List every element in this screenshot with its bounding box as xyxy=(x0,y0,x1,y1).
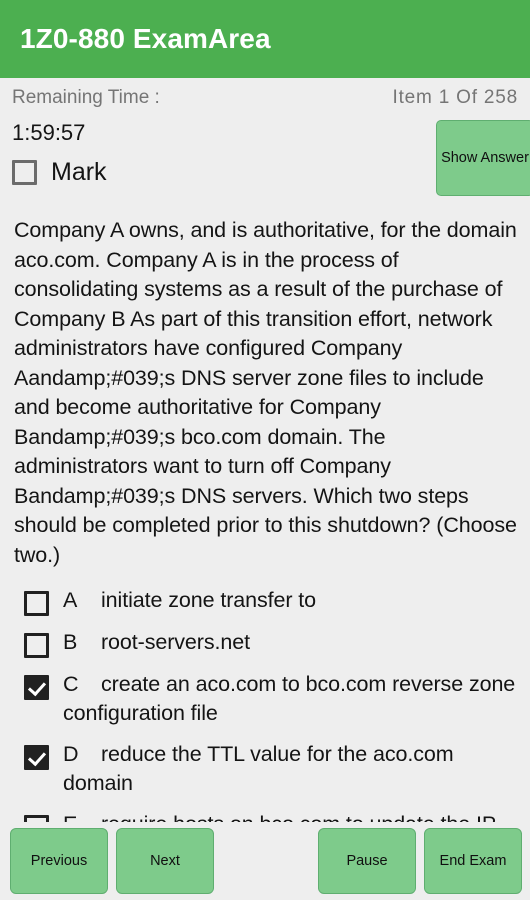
option-d-letter: D xyxy=(63,742,79,766)
option-d[interactable]: Dreduce the TTL value for the aco.com do… xyxy=(24,740,520,798)
option-a-checkbox[interactable] xyxy=(24,591,49,616)
option-b-text: Broot-servers.net xyxy=(63,628,250,657)
option-b-checkbox[interactable] xyxy=(24,633,49,658)
question-text: Company A owns, and is authoritative, fo… xyxy=(14,218,517,567)
option-a[interactable]: Ainitiate zone transfer to xyxy=(24,586,520,616)
option-b-letter: B xyxy=(63,630,78,654)
option-d-text: Dreduce the TTL value for the aco.com do… xyxy=(63,740,520,798)
mark-label: Mark xyxy=(51,158,107,186)
page-title: 1Z0-880 ExamArea xyxy=(20,23,271,54)
previous-button[interactable]: Previous xyxy=(10,828,108,894)
option-b-label: root-servers.net xyxy=(101,630,250,654)
show-answer-button[interactable]: Show Answer xyxy=(436,120,530,196)
option-a-letter: A xyxy=(63,588,78,612)
option-a-label: initiate zone transfer to xyxy=(101,588,317,612)
next-button[interactable]: Next xyxy=(116,828,214,894)
option-c-label: create an aco.com to bco.com reverse zon… xyxy=(63,672,516,725)
option-b[interactable]: Broot-servers.net xyxy=(24,628,520,658)
status-block: 1:59:57 Mark Show Answer xyxy=(0,118,530,214)
exam-info-row: Remaining Time : Item 1 Of 258 xyxy=(0,78,530,118)
option-a-text: Ainitiate zone transfer to xyxy=(63,586,316,615)
option-c-checkbox[interactable] xyxy=(24,675,49,700)
option-d-label: reduce the TTL value for the aco.com dom… xyxy=(63,742,454,795)
end-exam-button[interactable]: End Exam xyxy=(424,828,522,894)
item-counter: Item 1 Of 258 xyxy=(392,87,518,108)
app-bar: 1Z0-880 ExamArea xyxy=(0,0,530,78)
option-c-letter: C xyxy=(63,672,79,696)
option-c-text: Ccreate an aco.com to bco.com reverse zo… xyxy=(63,670,520,728)
pause-button[interactable]: Pause xyxy=(318,828,416,894)
option-c[interactable]: Ccreate an aco.com to bco.com reverse zo… xyxy=(24,670,520,728)
option-d-checkbox[interactable] xyxy=(24,745,49,770)
mark-checkbox[interactable] xyxy=(12,160,37,185)
bottom-button-bar: Previous Next Pause End Exam xyxy=(0,822,530,900)
remaining-time-label: Remaining Time : xyxy=(12,87,160,108)
